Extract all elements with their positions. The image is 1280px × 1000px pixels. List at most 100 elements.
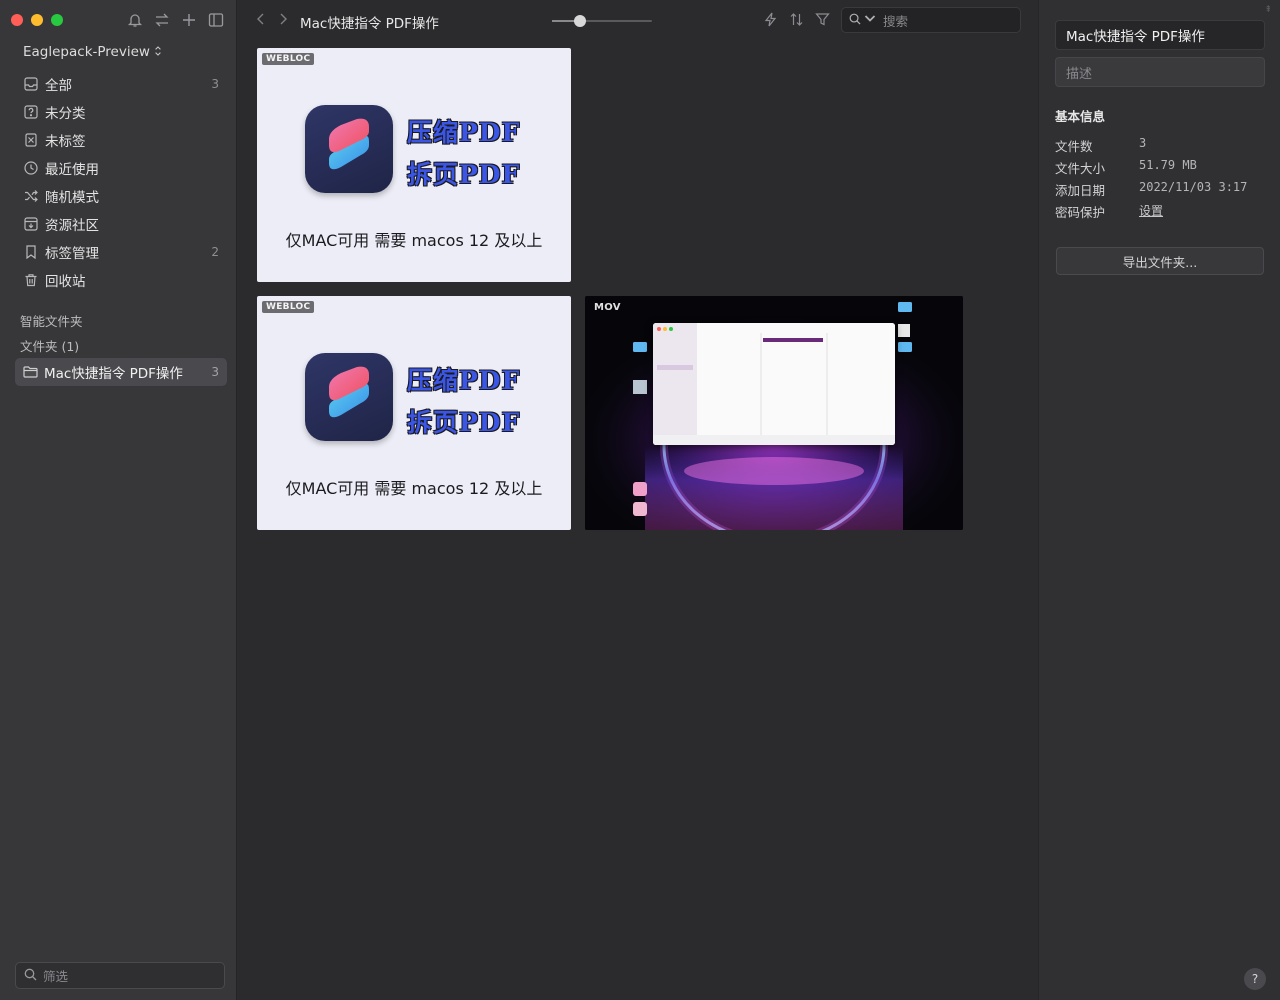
export-folder-button[interactable]: 导出文件夹... <box>1056 247 1264 275</box>
filter-icon[interactable] <box>814 11 831 28</box>
inbox-icon <box>23 77 38 92</box>
library-switcher[interactable]: Eaglepack-Preview <box>23 44 162 60</box>
chevron-left-icon <box>257 13 264 25</box>
info-row-file-count: 文件数 3 <box>1055 136 1146 155</box>
filter-placeholder: 筛选 <box>43 969 69 984</box>
info-key: 密码保护 <box>1055 205 1106 220</box>
question-box-icon <box>23 105 38 120</box>
info-key: 添加日期 <box>1055 183 1106 198</box>
lightning-icon[interactable] <box>762 11 779 28</box>
info-row-file-size: 文件大小 51.79 MB <box>1055 158 1197 177</box>
help-button[interactable]: ? <box>1244 968 1266 990</box>
chevron-down-icon[interactable] <box>864 13 876 28</box>
smart-folders-header[interactable]: 智能文件夹 <box>20 311 83 330</box>
info-value: 3 <box>1139 136 1147 150</box>
clock-icon <box>23 161 38 176</box>
breadcrumb: Mac快捷指令 PDF操作 <box>300 16 439 32</box>
shortcuts-app-icon <box>305 105 393 193</box>
folder-count: 3 <box>211 365 219 379</box>
sidebar-item-label: 随机模式 <box>45 190 99 206</box>
main-content: Mac快捷指令 PDF操作 搜索 WEBLOC 压缩PDF 拆页PDF 仅MAC… <box>238 0 1038 1000</box>
sidebar-item-trash[interactable]: 回收站 <box>15 266 227 294</box>
zoom-slider[interactable] <box>552 15 652 27</box>
view-tools <box>762 11 831 28</box>
pdf-title-art: 压缩PDF 拆页PDF <box>407 360 520 444</box>
sidebar-item-tag-manager[interactable]: 标签管理 2 <box>15 238 227 266</box>
sidebar-item-uncategorized[interactable]: 未分类 <box>15 98 227 126</box>
chevron-updown-icon <box>154 45 162 60</box>
sidebar-item-community[interactable]: 资源社区 <box>15 210 227 238</box>
sidebar-item-label: 标签管理 <box>45 246 99 262</box>
sidebar-item-label: 回收站 <box>45 274 86 290</box>
trash-icon <box>23 273 38 288</box>
filter-input[interactable]: 筛选 <box>15 962 225 989</box>
zoom-window-button[interactable] <box>51 14 63 26</box>
card-caption: 仅MAC可用 需要 macos 12 及以上 <box>285 479 543 498</box>
scroll-indicator-icon: ⇞ <box>1264 5 1272 15</box>
bookmark-icon <box>23 245 38 260</box>
asset-card[interactable]: WEBLOC 压缩PDF 拆页PDF 仅MAC可用 需要 macos 12 及以… <box>257 296 571 530</box>
zoom-slider-knob[interactable] <box>574 15 586 27</box>
sidebar-item-count: 3 <box>211 77 219 91</box>
back-button[interactable] <box>254 12 270 28</box>
folder-icon <box>23 365 38 380</box>
pdf-line-split: 拆页PDF <box>407 408 521 437</box>
basic-info-header: 基本信息 <box>1055 109 1106 124</box>
search-input[interactable]: 搜索 <box>841 7 1021 33</box>
chevron-right-icon <box>280 13 287 25</box>
sidebar-toolbar <box>126 11 225 29</box>
sidebar-item-random[interactable]: 随机模式 <box>15 182 227 210</box>
folders-header[interactable]: 文件夹 (1) <box>20 336 79 355</box>
close-window-button[interactable] <box>11 14 23 26</box>
type-badge: WEBLOC <box>262 53 315 65</box>
finder-window-preview <box>653 323 895 445</box>
library-name: Eaglepack-Preview <box>23 44 150 60</box>
sidebar-item-label: 未分类 <box>45 106 86 122</box>
search-placeholder: 搜索 <box>883 13 909 29</box>
plus-icon[interactable] <box>180 11 198 29</box>
main-toolbar: Mac快捷指令 PDF操作 搜索 <box>238 0 1038 40</box>
sidebar-item-all[interactable]: 全部 3 <box>15 70 227 98</box>
sort-icon[interactable] <box>788 11 805 28</box>
sidebar-item-label: 资源社区 <box>45 218 99 234</box>
sidebar-nav: 全部 3 未分类 未标签 最近使用 随机模式 资源社区 标签管理 2 回收站 <box>15 70 227 294</box>
asset-card-video[interactable]: MOV <box>585 296 963 530</box>
type-badge: MOV <box>594 302 621 313</box>
sidebar-folder-item[interactable]: Mac快捷指令 PDF操作 3 <box>15 358 227 386</box>
window-controls <box>11 14 63 26</box>
sidebar-toggle-icon[interactable] <box>207 11 225 29</box>
tag-off-icon <box>23 133 38 148</box>
shuffle-icon <box>23 189 38 204</box>
swap-icon[interactable] <box>153 11 171 29</box>
pdf-line-compress: 压缩PDF <box>407 118 521 147</box>
bell-icon[interactable] <box>126 11 144 29</box>
description-input[interactable]: 描述 <box>1055 57 1265 87</box>
sidebar-item-untagged[interactable]: 未标签 <box>15 126 227 154</box>
folder-name-input[interactable]: Mac快捷指令 PDF操作 <box>1055 20 1265 50</box>
info-key: 文件大小 <box>1055 161 1106 176</box>
sidebar-item-label: 全部 <box>45 78 72 94</box>
card-caption: 仅MAC可用 需要 macos 12 及以上 <box>285 231 543 250</box>
community-icon <box>23 217 38 232</box>
info-row-added-date: 添加日期 2022/11/03 3:17 <box>1055 180 1247 199</box>
forward-button[interactable] <box>276 12 292 28</box>
shortcuts-app-icon <box>305 353 393 441</box>
sidebar-item-label: 最近使用 <box>45 162 99 178</box>
sidebar-item-label: 未标签 <box>45 134 86 150</box>
type-badge: WEBLOC <box>262 301 315 313</box>
info-value: 2022/11/03 3:17 <box>1139 180 1248 194</box>
info-value: 51.79 MB <box>1139 158 1197 172</box>
search-icon <box>849 13 861 28</box>
sidebar: Eaglepack-Preview 全部 3 未分类 未标签 最近使用 随机模式… <box>0 0 237 1000</box>
minimize-window-button[interactable] <box>31 14 43 26</box>
pdf-line-split: 拆页PDF <box>407 160 521 189</box>
pdf-title-art: 压缩PDF 拆页PDF <box>407 112 520 196</box>
inspector-panel: ⇞ Mac快捷指令 PDF操作 描述 基本信息 文件数 3 文件大小 51.79… <box>1038 0 1280 1000</box>
sidebar-item-recent[interactable]: 最近使用 <box>15 154 227 182</box>
password-set-link[interactable]: 设置 <box>1139 202 1163 221</box>
folder-label: Mac快捷指令 PDF操作 <box>44 366 183 382</box>
asset-card[interactable]: WEBLOC 压缩PDF 拆页PDF 仅MAC可用 需要 macos 12 及以… <box>257 48 571 282</box>
info-row-password: 密码保护 设置 <box>1055 202 1163 221</box>
search-icon <box>24 968 37 984</box>
pdf-line-compress: 压缩PDF <box>407 366 521 395</box>
